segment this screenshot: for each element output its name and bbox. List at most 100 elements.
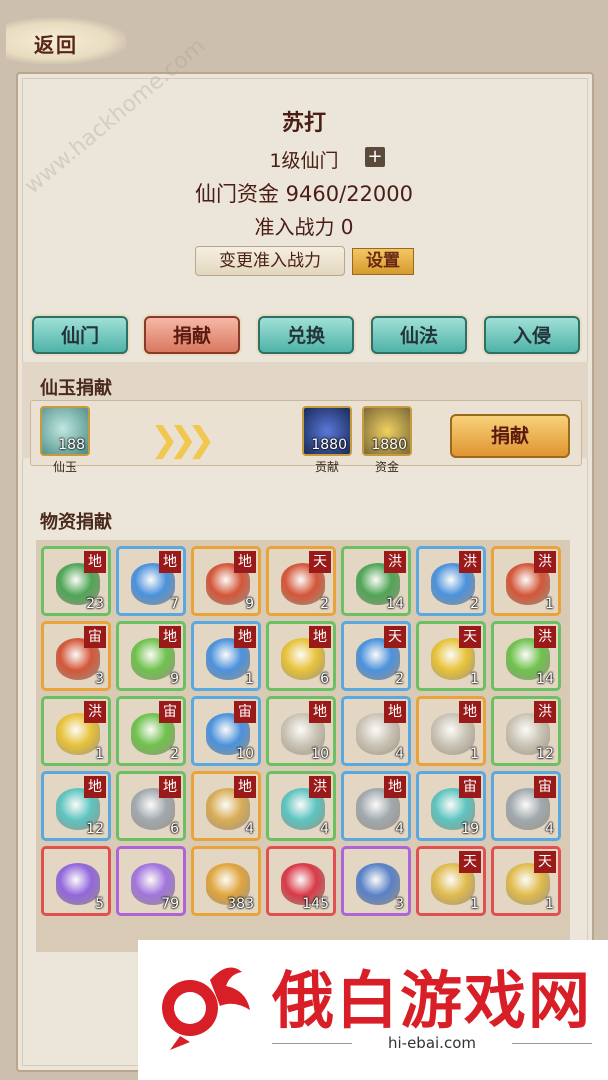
- material-item[interactable]: 洪1: [491, 546, 561, 616]
- grade-tag: 洪: [459, 551, 481, 573]
- item-count: 19: [461, 821, 479, 837]
- item-count: 1: [470, 746, 479, 762]
- material-item[interactable]: 地7: [116, 546, 186, 616]
- material-item[interactable]: 5: [41, 846, 111, 916]
- item-count: 10: [311, 746, 329, 762]
- material-item[interactable]: 宙2: [116, 696, 186, 766]
- grade-tag: 地: [159, 626, 181, 648]
- material-item[interactable]: 天2: [341, 621, 411, 691]
- level-up-plus-button[interactable]: +: [365, 147, 385, 167]
- jade-icon: 188: [40, 406, 90, 456]
- material-item[interactable]: 宙 10: [191, 696, 261, 766]
- tab-invade[interactable]: 入侵: [484, 316, 580, 354]
- donate-button[interactable]: 捐献: [450, 414, 570, 458]
- funds-label: 资金: [374, 460, 399, 474]
- material-item[interactable]: 地1: [416, 696, 486, 766]
- tab-exchange[interactable]: 兑换: [258, 316, 354, 354]
- material-item[interactable]: 3: [341, 846, 411, 916]
- item-count: 3: [95, 671, 104, 687]
- contribution-icon: 1880: [302, 406, 352, 456]
- grade-tag: 天: [459, 626, 481, 648]
- item-count: 145: [302, 896, 329, 912]
- item-count: 4: [395, 821, 404, 837]
- grade-tag: 天: [309, 551, 331, 573]
- material-item[interactable]: 地 23: [41, 546, 111, 616]
- material-item[interactable]: 383: [191, 846, 261, 916]
- grade-tag: 地: [84, 551, 106, 573]
- item-count: 6: [320, 671, 329, 687]
- grade-tag: 宙: [234, 701, 256, 723]
- sect-funds: 仙门资金 9460/22000: [195, 182, 413, 206]
- material-item[interactable]: 天1: [416, 846, 486, 916]
- grade-tag: 地: [309, 701, 331, 723]
- grade-tag: 天: [384, 626, 406, 648]
- jade-label: 仙玉: [52, 460, 77, 474]
- funds-count: 1880: [371, 437, 407, 453]
- material-item[interactable]: 79: [116, 846, 186, 916]
- item-count: 3: [395, 896, 404, 912]
- material-item[interactable]: 宙4: [491, 771, 561, 841]
- item-count: 9: [245, 596, 254, 612]
- material-item[interactable]: 地6: [266, 621, 336, 691]
- grade-tag: 地: [309, 626, 331, 648]
- material-item[interactable]: 天2: [266, 546, 336, 616]
- item-count: 14: [386, 596, 404, 612]
- item-count: 2: [470, 596, 479, 612]
- grade-tag: 天: [459, 851, 481, 873]
- item-count: 2: [395, 671, 404, 687]
- grade-tag: 地: [234, 626, 256, 648]
- material-item[interactable]: 洪2: [416, 546, 486, 616]
- material-item[interactable]: 地4: [341, 771, 411, 841]
- arrow-icon: ❯❯❯: [150, 420, 216, 460]
- material-item[interactable]: 洪 14: [491, 621, 561, 691]
- grade-tag: 地: [459, 701, 481, 723]
- grade-tag: 洪: [534, 701, 556, 723]
- material-item[interactable]: 地9: [191, 546, 261, 616]
- set-button[interactable]: 设置: [352, 248, 414, 275]
- grade-tag: 洪: [534, 626, 556, 648]
- contribution-count: 1880: [311, 437, 347, 453]
- material-item[interactable]: 天1: [416, 621, 486, 691]
- tab-donate[interactable]: 捐献: [144, 316, 240, 354]
- material-item[interactable]: 洪4: [266, 771, 336, 841]
- item-count: 4: [395, 746, 404, 762]
- material-item[interactable]: 宙 19: [416, 771, 486, 841]
- material-item[interactable]: 地1: [191, 621, 261, 691]
- grade-tag: 地: [234, 776, 256, 798]
- entry-power: 准入战力 0: [254, 215, 354, 239]
- item-count: 2: [320, 596, 329, 612]
- item-count: 1: [470, 896, 479, 912]
- item-count: 1: [95, 746, 104, 762]
- material-item[interactable]: 地 10: [266, 696, 336, 766]
- material-item[interactable]: 地 12: [41, 771, 111, 841]
- material-item[interactable]: 洪1: [41, 696, 111, 766]
- back-label: 返回: [34, 33, 78, 57]
- item-count: 10: [236, 746, 254, 762]
- item-count: 4: [245, 821, 254, 837]
- item-count: 4: [545, 821, 554, 837]
- material-item[interactable]: 145: [266, 846, 336, 916]
- material-item[interactable]: 洪 12: [491, 696, 561, 766]
- back-button[interactable]: 返回: [6, 18, 126, 64]
- tab-sect[interactable]: 仙门: [32, 316, 128, 354]
- item-count: 79: [161, 896, 179, 912]
- material-item[interactable]: 地4: [341, 696, 411, 766]
- sect-name: 苏打: [281, 111, 326, 136]
- material-item[interactable]: 宙3: [41, 621, 111, 691]
- blue-box-icon: [356, 863, 400, 905]
- material-item[interactable]: 洪 14: [341, 546, 411, 616]
- material-item[interactable]: 天1: [491, 846, 561, 916]
- item-count: 1: [245, 671, 254, 687]
- grade-tag: 地: [159, 551, 181, 573]
- grade-tag: 洪: [309, 776, 331, 798]
- material-item[interactable]: 地4: [191, 771, 261, 841]
- grade-tag: 宙: [534, 776, 556, 798]
- rooster-logo-icon: [162, 967, 250, 1050]
- grade-tag: 地: [234, 551, 256, 573]
- contribution-label: 贡献: [314, 460, 339, 474]
- tab-spells[interactable]: 仙法: [371, 316, 467, 354]
- change-entry-power-button[interactable]: 变更准入战力: [195, 246, 345, 276]
- material-item[interactable]: 地6: [116, 771, 186, 841]
- grade-tag: 宙: [459, 776, 481, 798]
- material-item[interactable]: 地9: [116, 621, 186, 691]
